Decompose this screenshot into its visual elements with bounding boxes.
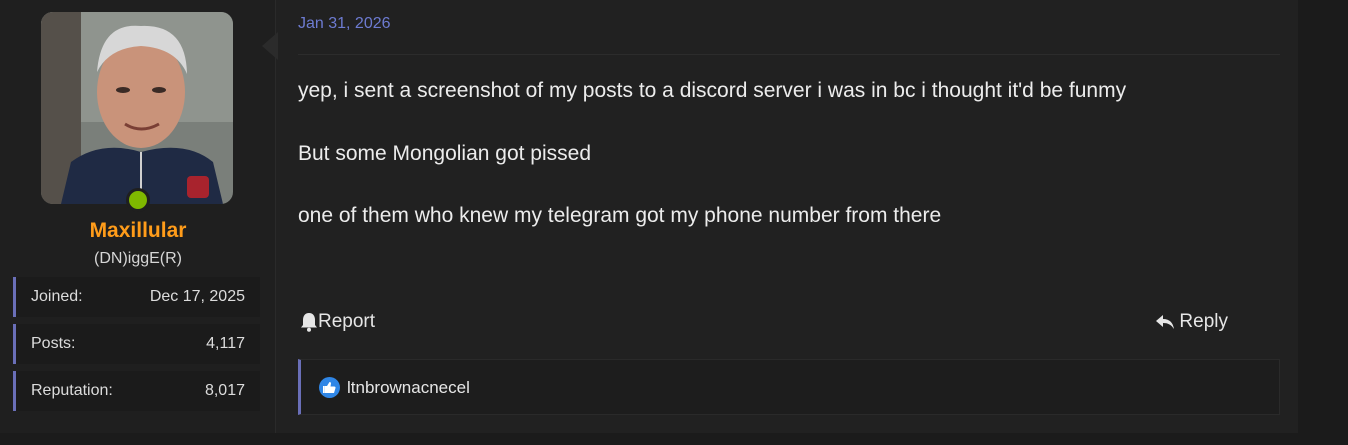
post-paragraph: But some Mongolian got pissed [298,142,592,165]
stat-value: Dec 17, 2025 [149,288,245,305]
avatar[interactable] [41,12,233,204]
reactions-bar: ltnbrownacnecel [298,359,1280,415]
reply-arrow-icon [1156,315,1175,329]
stat-label: Posts: [31,335,76,352]
user-info-panel: Maxillular (DN)iggE(R) Joined: Dec 17, 2… [0,0,276,433]
stat-posts: Posts: 4,117 [13,324,260,364]
user-title: (DN)iggE(R) [94,250,182,267]
avatar-image [41,12,233,204]
post-pointer-arrow [262,32,278,60]
post-date-link[interactable]: Jan 31, 2026 [298,15,391,33]
page-margin [1298,0,1348,445]
report-label: Report [318,311,376,332]
stat-value: 8,017 [204,382,245,399]
bell-icon [301,313,317,332]
reply-label: Reply [1179,311,1228,332]
reaction-user-link[interactable]: ltnbrownacnecel [347,378,470,398]
stat-joined: Joined: Dec 17, 2025 [13,277,260,317]
stat-label: Reputation: [31,382,113,399]
post-paragraph: one of them who knew my telegram got my … [298,204,942,227]
post-paragraph: yep, i sent a screenshot of my posts to … [298,79,1127,102]
like-icon[interactable] [319,377,340,398]
reply-button[interactable]: Reply [1155,311,1228,333]
stat-reputation: Reputation: 8,017 [13,371,260,411]
report-button[interactable]: Report [300,311,375,333]
header-divider [298,54,1280,55]
stat-label: Joined: [31,288,83,305]
forum-post: Maxillular (DN)iggE(R) Joined: Dec 17, 2… [0,0,1298,433]
stat-value: 4,117 [206,335,245,352]
username[interactable]: Maxillular [0,219,276,243]
online-status-dot [126,188,150,212]
